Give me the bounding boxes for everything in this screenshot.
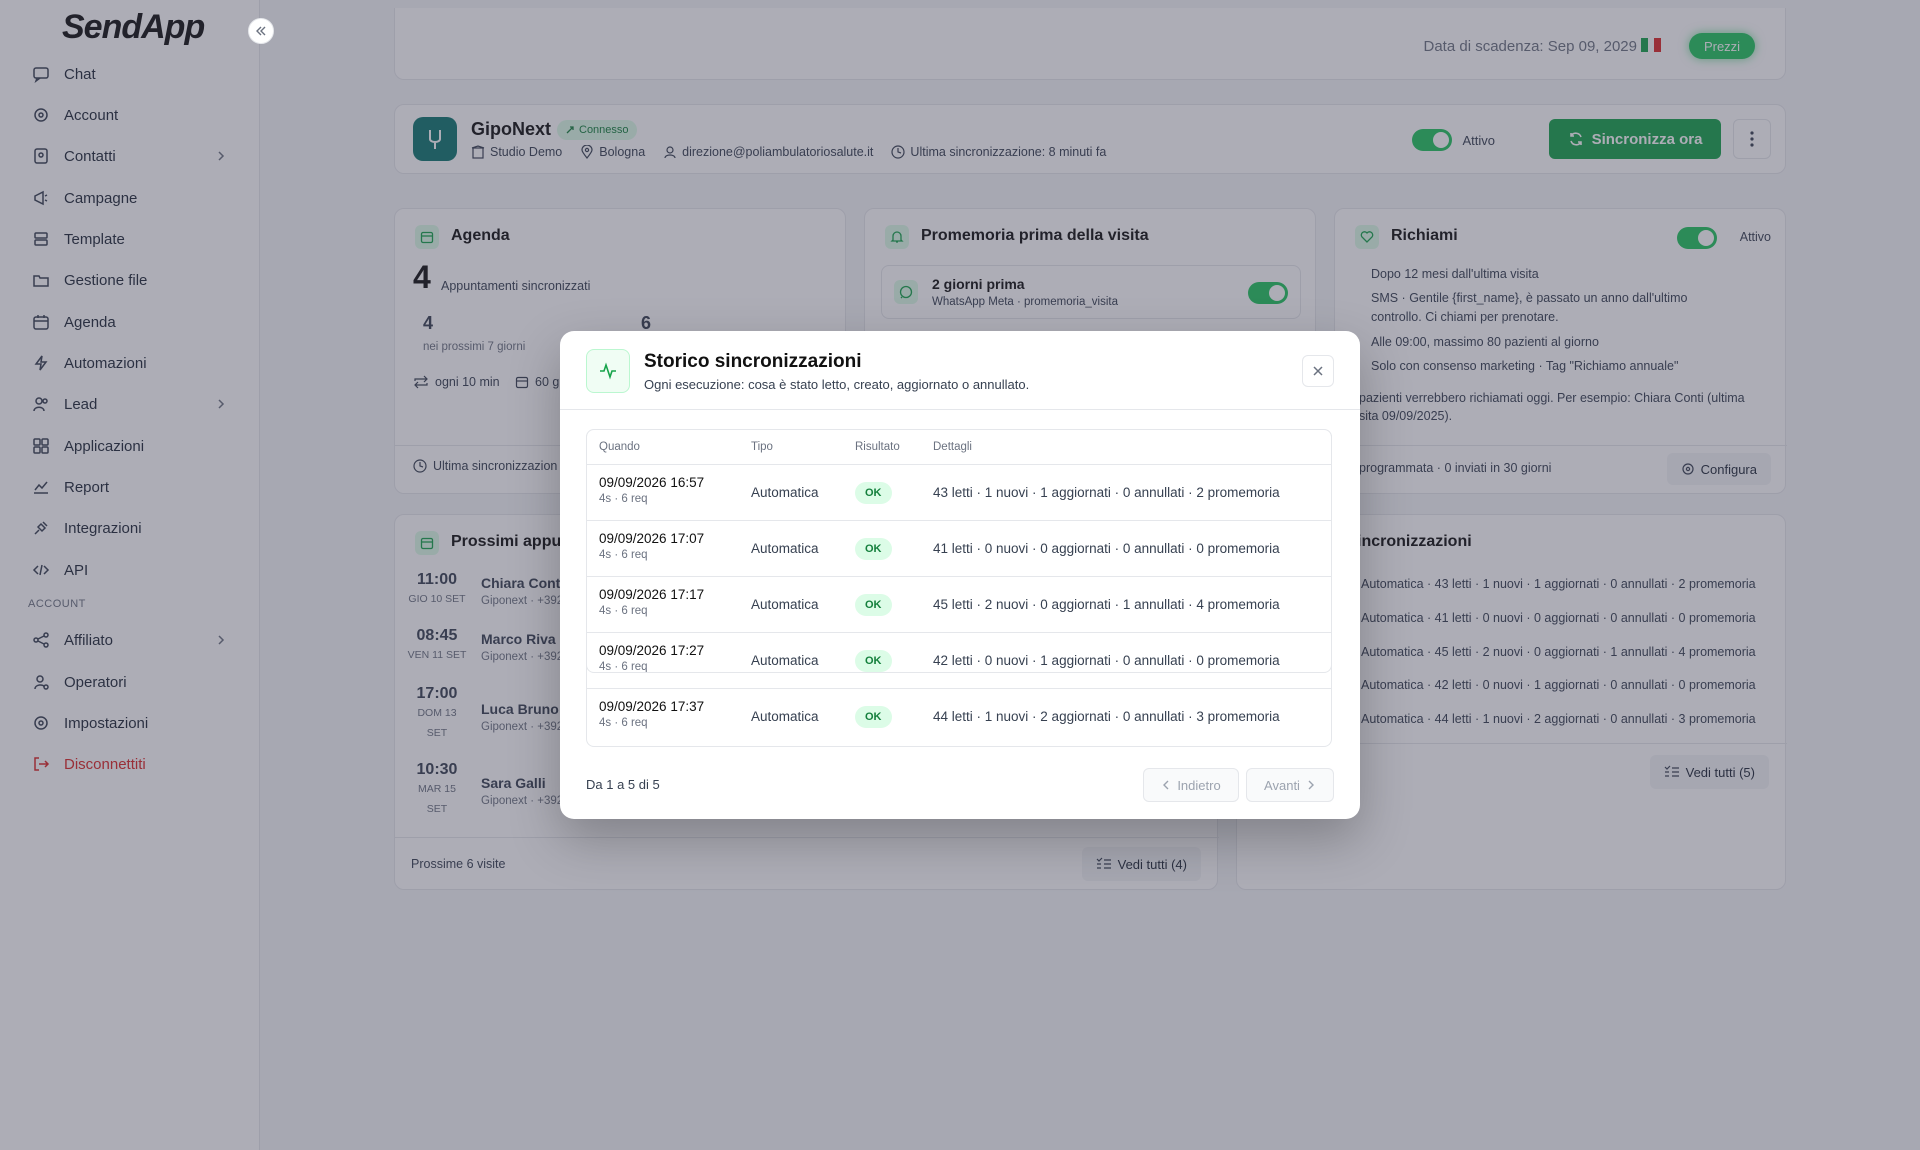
row-type: Automatica (751, 541, 819, 556)
chevron-right-icon (1308, 780, 1314, 790)
collapse-sidebar-button[interactable] (248, 18, 274, 44)
chevron-left-icon (1163, 780, 1169, 790)
row-meta: 4s · 6 req (599, 549, 648, 561)
row-type: Automatica (751, 653, 819, 668)
row-when: 09/09/2026 17:17 (599, 587, 705, 602)
table-row: 09/09/2026 16:57 4s · 6 req Automatica OK… (587, 465, 1331, 521)
column-header-when: Quando (599, 441, 640, 453)
status-badge: OK (855, 706, 892, 728)
column-header-type: Tipo (751, 441, 773, 453)
row-meta: 4s · 6 req (599, 717, 648, 729)
table-row: 09/09/2026 17:17 4s · 6 req Automatica OK… (587, 577, 1331, 633)
row-details: 41 letti · 0 nuovi · 0 aggiornati · 0 an… (933, 541, 1280, 556)
row-details: 42 letti · 0 nuovi · 1 aggiornati · 0 an… (933, 653, 1280, 668)
close-button[interactable] (1302, 355, 1334, 387)
pagination-summary: Da 1 a 5 di 5 (586, 777, 660, 792)
table-row: 09/09/2026 17:37 4s · 6 req Automatica OK… (587, 688, 1331, 744)
table-row: 09/09/2026 17:07 4s · 6 req Automatica OK… (587, 521, 1331, 577)
sync-history-modal: Storico sincronizzazioni Ogni esecuzione… (560, 331, 1360, 819)
row-meta: 4s · 6 req (599, 661, 648, 673)
status-badge: OK (855, 538, 892, 560)
prev-page-button[interactable]: Indietro (1143, 768, 1239, 802)
row-details: 43 letti · 1 nuovi · 1 aggiornati · 0 an… (933, 485, 1280, 500)
table-row: 09/09/2026 17:27 4s · 6 req Automatica OK… (587, 633, 1331, 673)
status-badge: OK (855, 650, 892, 672)
row-meta: 4s · 6 req (599, 493, 648, 505)
row-type: Automatica (751, 709, 819, 724)
row-type: Automatica (751, 597, 819, 612)
next-page-button[interactable]: Avanti (1246, 768, 1334, 802)
row-when: 09/09/2026 17:37 (599, 699, 705, 714)
row-meta: 4s · 6 req (599, 605, 648, 617)
column-header-details: Dettagli (933, 441, 972, 453)
row-type: Automatica (751, 485, 819, 500)
sync-history-table: Quando Tipo Risultato Dettagli 09/09/202… (586, 429, 1332, 673)
row-details: 45 letti · 2 nuovi · 0 aggiornati · 1 an… (933, 597, 1280, 612)
row-when: 09/09/2026 16:57 (599, 475, 705, 490)
row-when: 09/09/2026 17:27 (599, 643, 705, 658)
close-icon (1313, 366, 1323, 376)
status-badge: OK (855, 482, 892, 504)
status-badge: OK (855, 594, 892, 616)
modal-title: Storico sincronizzazioni (644, 351, 862, 372)
row-when: 09/09/2026 17:07 (599, 531, 705, 546)
chevrons-left-icon (256, 26, 266, 36)
row-details: 44 letti · 1 nuovi · 2 aggiornati · 0 an… (933, 709, 1280, 724)
next-label: Avanti (1264, 777, 1300, 793)
modal-subtitle: Ogni esecuzione: cosa è stato letto, cre… (644, 377, 1030, 392)
prev-label: Indietro (1177, 777, 1221, 793)
activity-icon (586, 349, 630, 393)
column-header-result: Risultato (855, 441, 900, 453)
